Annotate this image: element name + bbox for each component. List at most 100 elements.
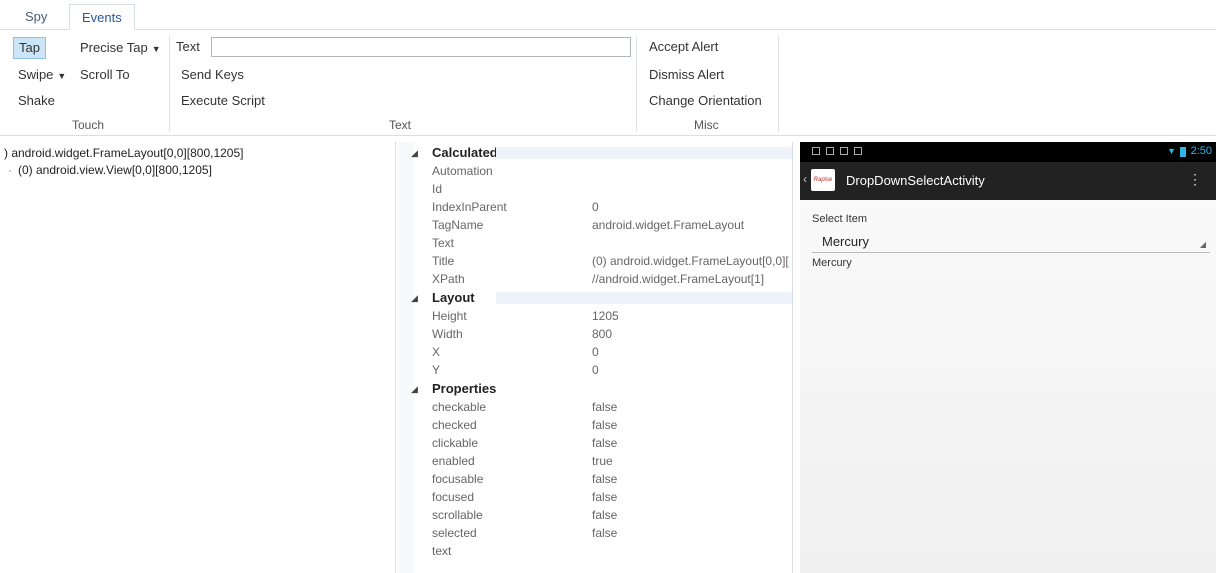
property-row[interactable]: Title (0) android.widget.FrameLayout[0,0]… <box>398 252 792 270</box>
text-input[interactable] <box>211 37 631 57</box>
text-field-label: Text <box>176 39 200 54</box>
notification-icon <box>854 147 862 155</box>
property-value: 0 <box>592 345 599 359</box>
property-row[interactable]: scrollable false <box>398 506 792 524</box>
execute-script-button[interactable]: Execute Script <box>177 91 269 111</box>
property-name: focusable <box>432 472 484 486</box>
property-name: focused <box>432 490 475 504</box>
property-name: text <box>432 544 452 558</box>
ribbon: Tap Precise Tap ▼ Swipe ▼ Scroll To Shake … <box>0 30 1216 136</box>
scroll-to-button[interactable]: Scroll To <box>76 65 134 85</box>
property-value: false <box>592 400 618 414</box>
collapse-triangle-icon[interactable]: ◢ <box>411 144 418 162</box>
wifi-icon: ▼ <box>1167 146 1176 156</box>
notification-icon <box>840 147 848 155</box>
collapse-triangle-icon[interactable]: ◢ <box>411 289 418 307</box>
change-orientation-button[interactable]: Change Orientation <box>645 91 766 111</box>
property-name: Title <box>432 254 455 268</box>
accept-alert-button[interactable]: Accept Alert <box>645 37 722 57</box>
property-value: false <box>592 526 618 540</box>
property-name: Width <box>432 327 463 341</box>
property-name: IndexInParent <box>432 200 507 214</box>
property-row[interactable]: selected false <box>398 524 792 542</box>
property-row[interactable]: focusable false <box>398 470 792 488</box>
planet-spinner[interactable]: Mercury ◢ <box>812 232 1210 253</box>
send-keys-button[interactable]: Send Keys <box>177 65 248 85</box>
dismiss-alert-button[interactable]: Dismiss Alert <box>645 65 728 85</box>
property-row[interactable]: TagName android.widget.FrameLayout <box>398 216 792 234</box>
notification-icon <box>826 147 834 155</box>
category-calculated[interactable]: ◢ Calculated <box>398 144 792 162</box>
group-separator <box>778 36 779 132</box>
property-row[interactable]: Width 800 <box>398 325 792 343</box>
property-value: //android.widget.FrameLayout[1] <box>592 272 765 286</box>
element-tree: ) android.widget.FrameLayout[0,0][800,12… <box>0 142 396 573</box>
tab-events[interactable]: Events <box>69 4 135 30</box>
swipe-button[interactable]: Swipe ▼ <box>14 65 70 85</box>
shake-button[interactable]: Shake <box>14 91 59 111</box>
app-logo: Rapise <box>811 169 835 191</box>
tree-node[interactable]: ) android.widget.FrameLayout[0,0][800,12… <box>4 146 243 160</box>
tree-node[interactable]: · (0) android.view.View[0,0][800,1205] <box>8 163 212 177</box>
select-item-label: Select Item <box>812 213 868 225</box>
property-row[interactable]: Automation <box>398 162 792 180</box>
misc-group-label: Misc <box>694 118 719 132</box>
precise-tap-label: Precise Tap <box>80 40 148 55</box>
category-label: Calculated <box>432 145 498 160</box>
property-row[interactable]: focused false <box>398 488 792 506</box>
notification-icon <box>812 147 820 155</box>
property-row[interactable]: Y0 <box>398 361 792 379</box>
property-name: XPath <box>432 272 465 286</box>
battery-icon <box>1180 147 1186 157</box>
device-screen[interactable]: ▼ 2:50 ‹ Rapise DropDownSelectActivity ⋮… <box>800 142 1216 573</box>
property-name: checked <box>432 418 477 432</box>
property-row[interactable]: Id <box>398 180 792 198</box>
property-value: 0 <box>592 363 599 377</box>
tap-button[interactable]: Tap <box>13 37 46 59</box>
property-row[interactable]: X0 <box>398 343 792 361</box>
property-row[interactable]: enabled true <box>398 452 792 470</box>
collapse-triangle-icon[interactable]: ◢ <box>411 380 418 398</box>
category-properties[interactable]: ◢ Properties <box>398 380 792 398</box>
property-row[interactable]: text <box>398 542 792 560</box>
property-row[interactable]: Height 1205 <box>398 307 792 325</box>
property-row[interactable]: IndexInParent 0 <box>398 198 792 216</box>
property-name: checkable <box>432 400 487 414</box>
property-row[interactable]: checked false <box>398 416 792 434</box>
category-label: Layout <box>432 290 475 305</box>
property-name: Text <box>432 236 455 250</box>
property-row[interactable]: checkable false <box>398 398 792 416</box>
precise-tap-button[interactable]: Precise Tap ▼ <box>76 38 165 58</box>
text-group-label: Text <box>389 118 412 132</box>
category-label: Properties <box>432 381 497 396</box>
back-icon[interactable]: ‹ <box>803 172 807 186</box>
android-action-bar: ‹ Rapise DropDownSelectActivity ⋮ <box>800 162 1216 200</box>
property-name: TagName <box>432 218 484 232</box>
android-status-bar: ▼ 2:50 <box>800 142 1216 162</box>
overflow-menu-icon[interactable]: ⋮ <box>1188 171 1202 188</box>
property-row[interactable]: clickable false <box>398 434 792 452</box>
property-value: android.widget.FrameLayout <box>592 218 745 232</box>
activity-title: DropDownSelectActivity <box>846 173 985 188</box>
swipe-label: Swipe <box>18 67 54 82</box>
spinner-value: Mercury <box>822 234 869 249</box>
tree-node-label: (0) android.view.View[0,0][800,1205] <box>18 163 212 177</box>
property-value: 800 <box>592 327 613 341</box>
tab-spy[interactable]: Spy <box>13 4 59 29</box>
spinner-arrow-icon: ◢ <box>1199 240 1206 249</box>
property-row[interactable]: XPath //android.widget.FrameLayout[1] <box>398 270 792 288</box>
touch-group-label: Touch <box>72 118 105 132</box>
tree-connector: · <box>8 163 12 177</box>
property-value: false <box>592 436 618 450</box>
status-time: 2:50 <box>1190 145 1212 157</box>
group-separator <box>636 36 637 132</box>
property-name: selected <box>432 526 477 540</box>
category-bar <box>496 292 792 304</box>
property-row[interactable]: Text <box>398 234 792 252</box>
category-layout[interactable]: ◢ Layout <box>398 289 792 307</box>
property-value: false <box>592 472 618 486</box>
property-name: Y <box>432 363 441 377</box>
property-name: Id <box>432 182 443 196</box>
property-grid: ◢ Calculated Automation Id IndexInParent… <box>398 142 793 573</box>
chevron-down-icon: ▼ <box>57 71 67 81</box>
